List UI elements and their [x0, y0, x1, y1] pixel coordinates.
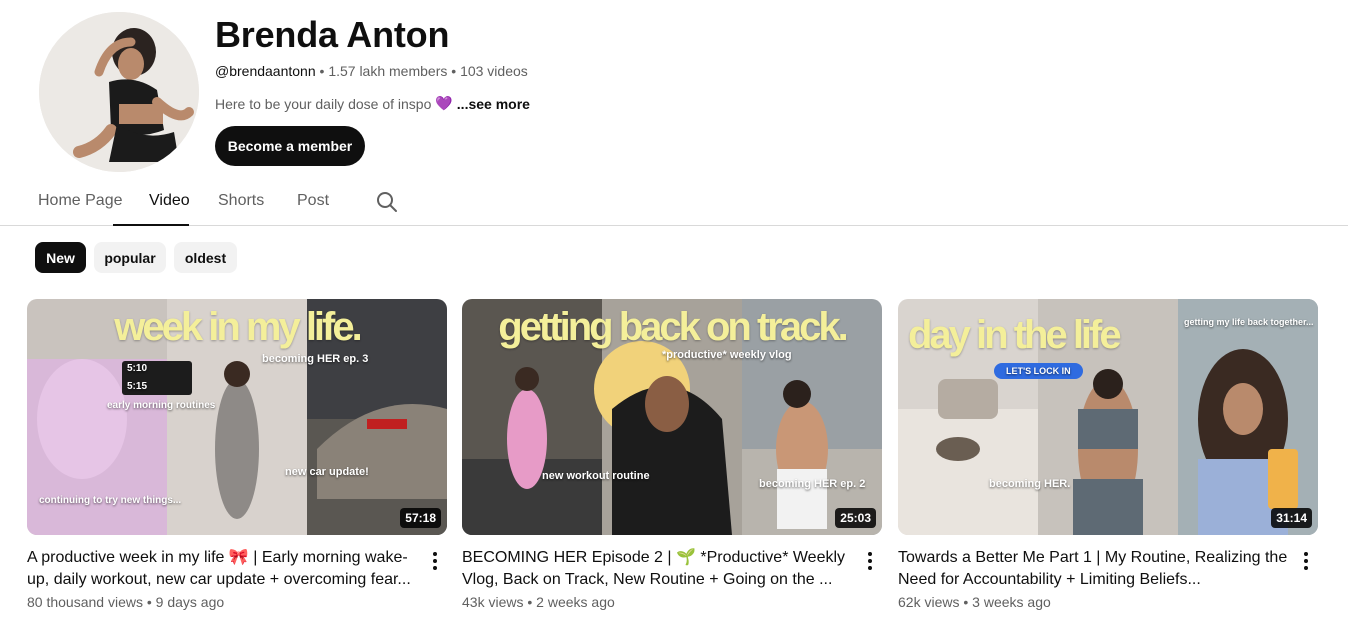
video-card[interactable]: day in the life getting my life back tog…: [898, 299, 1318, 610]
view-count: 43k views: [462, 594, 524, 610]
thumbnail-label: becoming HER.: [989, 478, 1071, 490]
tab-home-page[interactable]: Home Page: [38, 192, 123, 226]
chip-new[interactable]: New: [35, 242, 86, 273]
member-count: 1.57 lakh members: [328, 63, 448, 79]
view-count: 80 thousand views: [27, 594, 143, 610]
thumbnail-title: week in my life.: [114, 305, 362, 349]
channel-tabs: Home Page Video Shorts Post: [0, 182, 1348, 226]
video-duration: 25:03: [835, 508, 876, 528]
meta-separator: •: [451, 63, 457, 79]
video-duration: 57:18: [400, 508, 441, 528]
channel-avatar[interactable]: [39, 12, 199, 172]
video-title[interactable]: BECOMING HER Episode 2 | 🌱 *Productive* …: [462, 547, 854, 591]
more-options-icon[interactable]: [1298, 551, 1314, 571]
active-tab-indicator: [113, 224, 189, 226]
thumbnail-label: LET'S LOCK IN: [994, 363, 1083, 379]
channel-name: Brenda Anton: [215, 14, 450, 55]
meta-separator: •: [319, 63, 325, 79]
thumbnail-label: new car update!: [285, 466, 369, 478]
thumbnail-label: early morning routines: [107, 400, 216, 411]
thumbnail-label: becoming HER ep. 2: [759, 478, 866, 490]
meta-separator: •: [146, 594, 152, 610]
upload-age: 2 weeks ago: [536, 594, 615, 610]
heart-emoji-icon: 💜: [435, 95, 453, 111]
see-more-link[interactable]: ...see more: [457, 96, 530, 112]
view-count: 62k views: [898, 594, 960, 610]
tab-post[interactable]: Post: [297, 192, 329, 226]
video-card[interactable]: getting back on track. *productive* week…: [462, 299, 882, 610]
chip-oldest[interactable]: oldest: [174, 242, 237, 273]
become-member-button[interactable]: Become a member: [215, 126, 365, 166]
thumbnail-label: continuing to try new things...: [39, 495, 182, 506]
channel-handle[interactable]: @brendaantonn: [215, 63, 316, 79]
tab-video[interactable]: Video: [149, 192, 190, 226]
channel-description[interactable]: Here to be your daily dose of inspo 💜 ..…: [215, 95, 530, 112]
chip-popular[interactable]: popular: [94, 242, 166, 273]
video-title[interactable]: Towards a Better Me Part 1 | My Routine,…: [898, 547, 1290, 591]
video-meta: 62k views • 3 weeks ago: [898, 594, 1051, 610]
thumbnail-label: getting my life back together...: [1184, 317, 1314, 327]
description-text: Here to be your daily dose of inspo: [215, 95, 432, 112]
upload-age: 3 weeks ago: [972, 594, 1051, 610]
thumbnail-label: becoming HER ep. 3: [262, 353, 369, 365]
avatar-image: [39, 12, 199, 172]
more-options-icon[interactable]: [862, 551, 878, 571]
video-meta: 80 thousand views • 9 days ago: [27, 594, 224, 610]
video-thumbnail[interactable]: getting back on track. *productive* week…: [462, 299, 882, 535]
video-meta: 43k views • 2 weeks ago: [462, 594, 615, 610]
meta-separator: •: [527, 594, 533, 610]
thumbnail-label: 5:10: [127, 363, 148, 374]
channel-meta: @brendaantonn • 1.57 lakh members • 103 …: [215, 63, 528, 79]
thumbnail-label: 5:15: [127, 381, 148, 392]
upload-age: 9 days ago: [155, 594, 225, 610]
more-options-icon[interactable]: [427, 551, 443, 571]
video-title[interactable]: A productive week in my life 🎀 | Early m…: [27, 547, 419, 591]
thumbnail-label: *productive* weekly vlog: [662, 349, 792, 361]
video-duration: 31:14: [1271, 508, 1312, 528]
video-thumbnail[interactable]: day in the life getting my life back tog…: [898, 299, 1318, 535]
thumbnail-label: new workout routine: [542, 470, 650, 482]
meta-separator: •: [963, 594, 969, 610]
video-card[interactable]: week in my life. becoming HER ep. 3 earl…: [27, 299, 447, 610]
video-count: 103 videos: [460, 63, 528, 79]
video-thumbnail[interactable]: week in my life. becoming HER ep. 3 earl…: [27, 299, 447, 535]
search-icon[interactable]: [375, 190, 399, 214]
tab-shorts[interactable]: Shorts: [218, 192, 264, 226]
thumbnail-title: getting back on track.: [498, 305, 848, 349]
